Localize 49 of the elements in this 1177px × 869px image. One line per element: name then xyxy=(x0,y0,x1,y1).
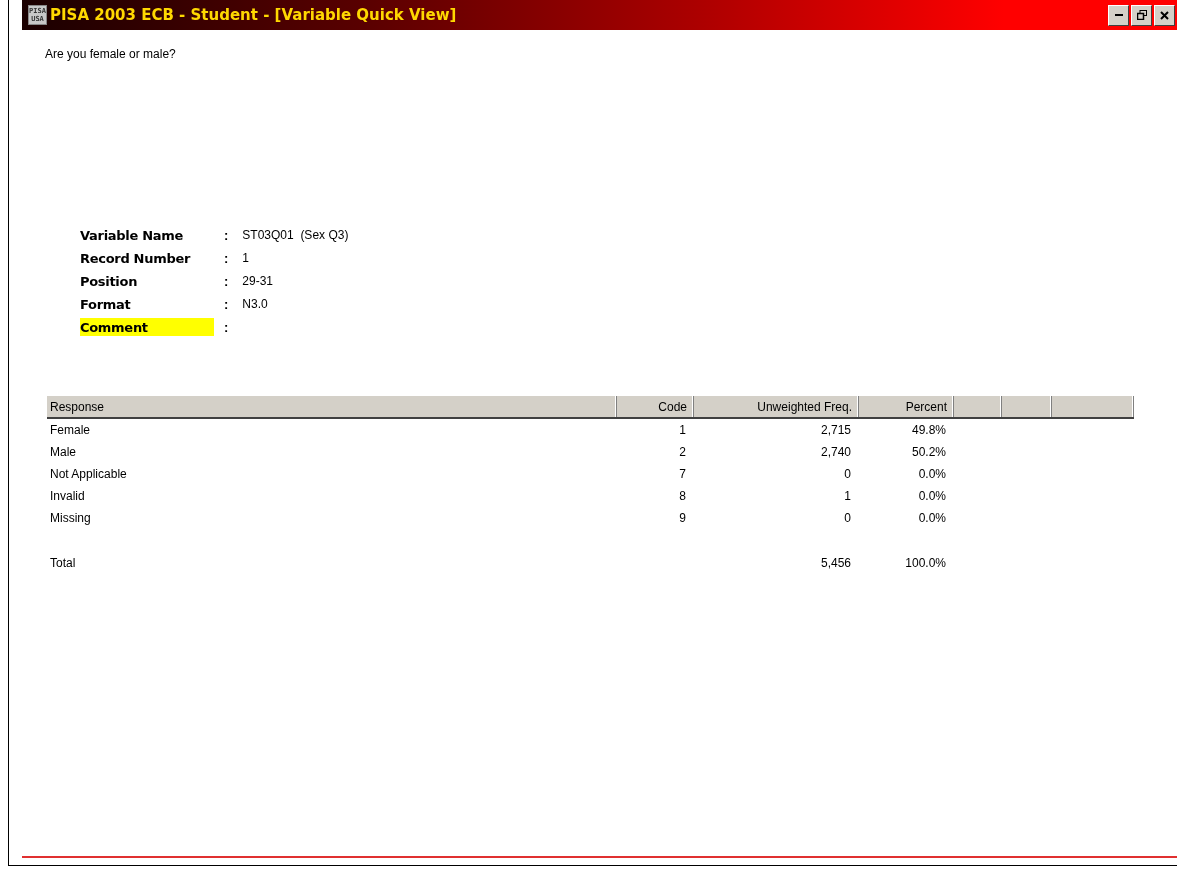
table-cell: 0 xyxy=(844,467,851,481)
restore-icon xyxy=(1136,10,1147,20)
field-value: N3.0 xyxy=(242,297,268,311)
table-cell: 1 xyxy=(844,489,851,503)
minimize-button[interactable] xyxy=(1108,4,1129,26)
field-label: Record Number xyxy=(80,249,192,267)
close-icon xyxy=(1160,10,1169,20)
colon: : xyxy=(224,250,229,266)
table-cell: Missing xyxy=(50,511,91,525)
column-header[interactable]: Response xyxy=(47,396,617,417)
table-cell: 0.0% xyxy=(918,489,946,503)
restore-button[interactable] xyxy=(1131,4,1152,26)
field-label: Format xyxy=(80,295,132,313)
table-cell: 2,715 xyxy=(820,423,851,437)
table-cell: 2 xyxy=(679,445,686,459)
table-cell: 8 xyxy=(679,489,686,503)
question-text: Are you female or male? xyxy=(45,47,177,61)
table-cell: Not Applicable xyxy=(50,467,127,481)
column-header[interactable]: Code xyxy=(617,396,694,417)
field-value: 29-31 xyxy=(242,274,274,288)
field-label: Variable Name xyxy=(80,226,184,244)
minimize-icon xyxy=(1114,14,1123,16)
column-header[interactable]: Unweighted Freq. xyxy=(694,396,859,417)
colon: : xyxy=(224,296,229,312)
total-label: Total xyxy=(50,556,76,570)
field-value: 1 xyxy=(242,251,250,265)
table-cell: 0.0% xyxy=(918,467,946,481)
table-cell: 49.8% xyxy=(911,423,946,437)
table-cell: Male xyxy=(50,445,76,459)
colon: : xyxy=(224,319,229,335)
table-cell: Invalid xyxy=(50,489,85,503)
table-cell: 0 xyxy=(844,511,851,525)
column-header[interactable]: Percent xyxy=(859,396,954,417)
close-button[interactable] xyxy=(1154,4,1175,26)
field-label: Comment xyxy=(80,318,214,336)
window-title: PISA 2003 ECB - Student - [Variable Quick View] xyxy=(50,6,458,24)
table-cell: 7 xyxy=(679,467,686,481)
table-cell: 2,740 xyxy=(820,445,851,459)
table-cell: 50.2% xyxy=(911,445,946,459)
total-percent: 100.0% xyxy=(905,556,946,570)
table-cell: 9 xyxy=(679,511,686,525)
total-freq: 5,456 xyxy=(820,556,851,570)
colon: : xyxy=(224,273,229,289)
colon: : xyxy=(224,227,229,243)
field-label: Position xyxy=(80,272,139,290)
table-cell: 1 xyxy=(679,423,686,437)
field-value: ST03Q01 (Sex Q3) xyxy=(242,228,349,242)
table-cell: Female xyxy=(50,423,90,437)
table-cell: 0.0% xyxy=(918,511,946,525)
